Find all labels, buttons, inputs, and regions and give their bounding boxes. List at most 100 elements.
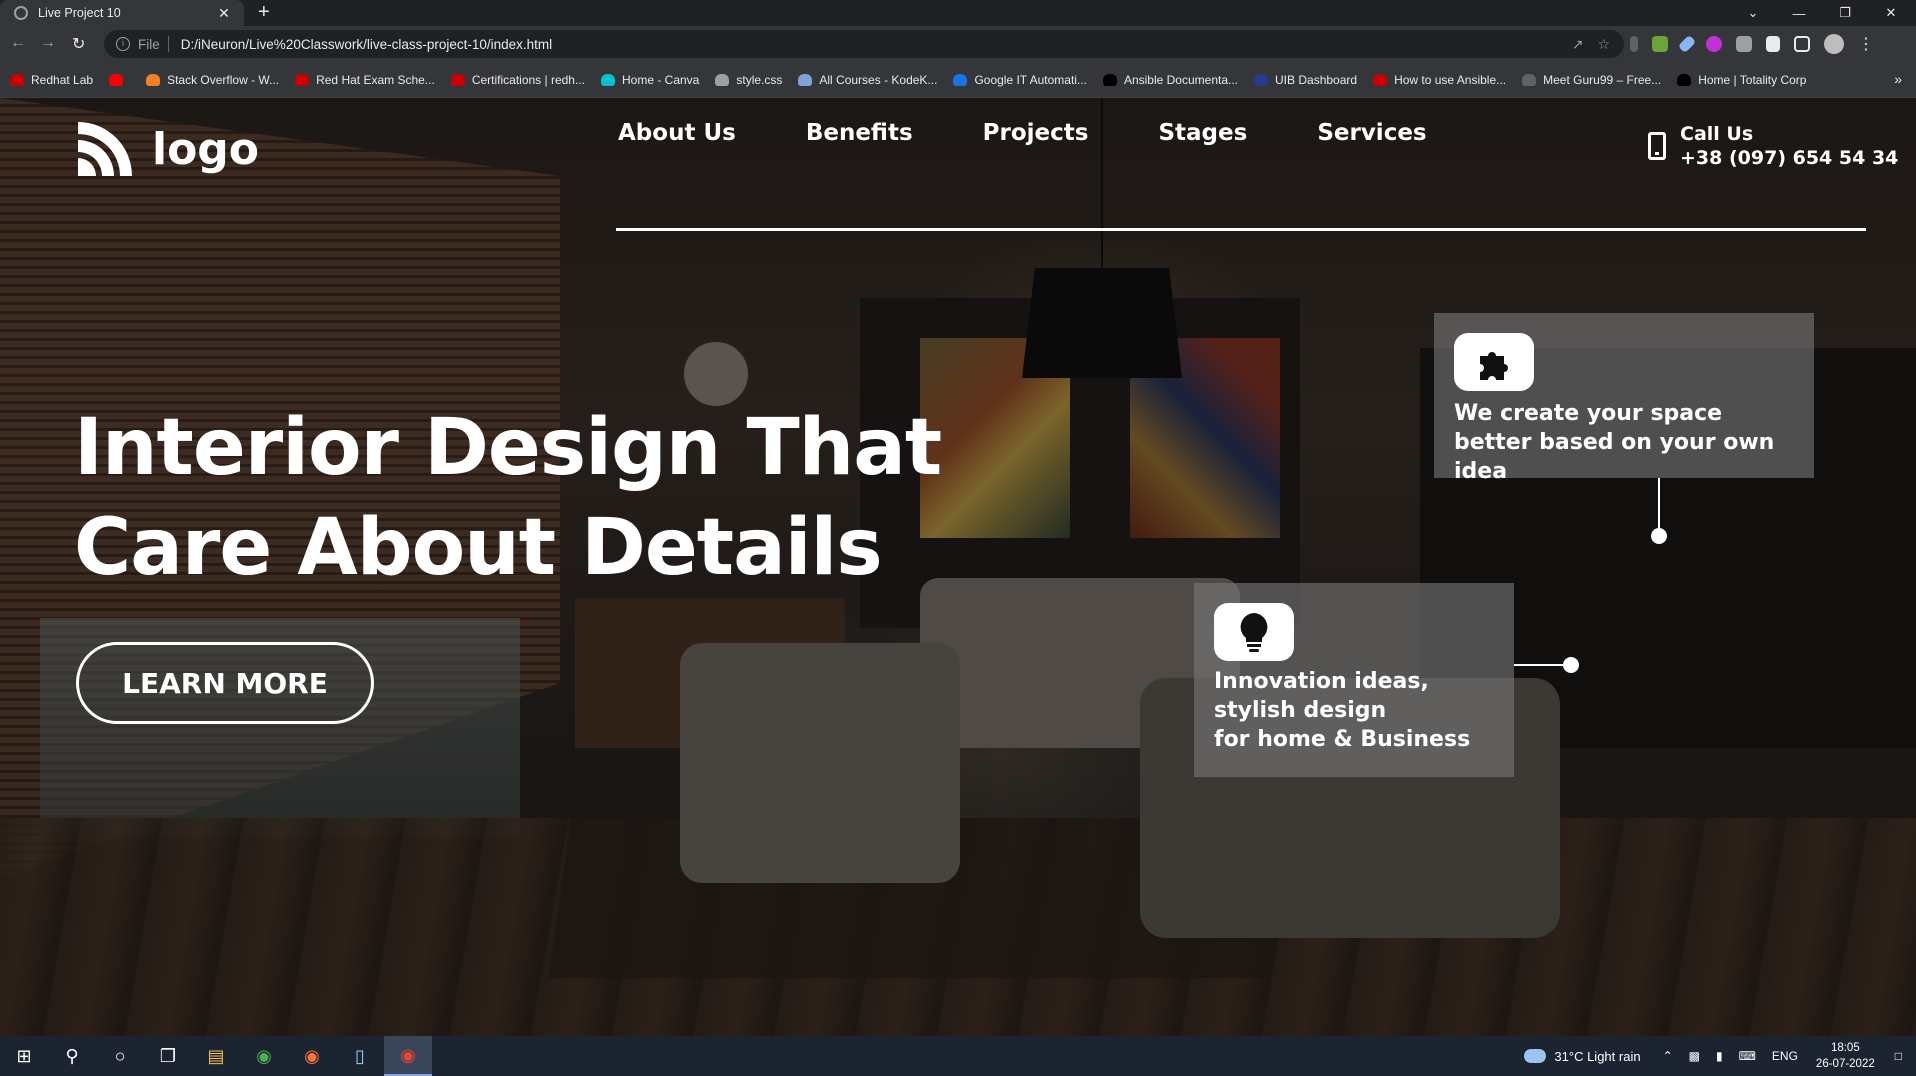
ansible-icon (1102, 73, 1117, 86)
close-tab-icon[interactable]: ✕ (214, 5, 234, 22)
page-viewport: logo About Us Benefits Projects Stages S… (0, 98, 1916, 1036)
minimize-button[interactable]: — (1776, 6, 1822, 21)
bookmark-item[interactable]: style.css (715, 73, 782, 87)
call-number: +38 (097) 654 54 34 (1680, 147, 1899, 169)
canva-icon (600, 73, 615, 86)
chevron-up-icon[interactable]: ⌃ (1663, 1049, 1673, 1063)
dashboard-icon (1254, 73, 1269, 86)
task-view-icon[interactable]: ❐ (144, 1036, 192, 1076)
bookmark-item[interactable]: Redhat Lab (10, 73, 93, 87)
bookmark-label: Certifications | redh... (471, 72, 585, 87)
windows-start-icon[interactable]: ⊞ (0, 1036, 48, 1076)
feature-card-text: We create your space better based on you… (1454, 401, 1775, 484)
browser-tab[interactable]: Live Project 10 ✕ (0, 0, 244, 26)
bookmark-item[interactable]: Red Hat Exam Sche... (295, 73, 435, 87)
bookmark-item[interactable]: Meet Guru99 – Free... (1522, 73, 1661, 87)
clock-time: 18:05 (1830, 1042, 1860, 1054)
bookmark-label: style.css (736, 72, 783, 87)
menu-dots-icon[interactable]: ⋮ (1858, 34, 1874, 54)
puzzle-extensions-icon[interactable] (1766, 36, 1780, 52)
nav-projects[interactable]: Projects (983, 120, 1089, 146)
lightbulb-icon (1214, 603, 1294, 661)
redhat-icon (10, 73, 24, 86)
call-us-link[interactable]: Call Us +38 (097) 654 54 34 (1648, 122, 1898, 170)
extension-icon[interactable] (1677, 34, 1697, 54)
bookmark-label: How to use Ansible... (1394, 72, 1507, 87)
firefox-icon[interactable]: ◉ (288, 1036, 336, 1076)
feature-card-text: Innovation ideas, stylish design for hom… (1214, 667, 1514, 754)
tab-search-icon[interactable]: ⌄ (1730, 5, 1776, 21)
connector-line (1658, 478, 1660, 534)
forward-arrow-icon[interactable]: → (40, 34, 56, 52)
bookmarks-bar: Redhat Lab Stack Overflow - W... Red Hat… (0, 62, 1916, 98)
bookmark-item[interactable]: Certifications | redh... (450, 72, 585, 87)
profile-avatar[interactable] (1824, 34, 1844, 54)
weather-widget[interactable]: 31°C Light rain (1524, 1048, 1641, 1064)
redhat-icon (295, 73, 310, 86)
more-bookmarks-icon[interactable]: » (1894, 71, 1902, 87)
window-controls: ⌄ — ❐ ✕ (1730, 0, 1914, 26)
site-logo[interactable]: logo (74, 118, 259, 180)
clock[interactable]: 18:05 26-07-2022 (1816, 1040, 1875, 1072)
learn-more-button[interactable]: LEARN MORE (76, 642, 374, 724)
bookmark-item[interactable] (109, 73, 130, 86)
language-indicator[interactable]: ENG (1772, 1049, 1798, 1063)
share-icon[interactable]: ↗ (1572, 36, 1584, 53)
bookmark-star-icon[interactable]: ☆ (1597, 36, 1610, 53)
nav-stages[interactable]: Stages (1158, 120, 1247, 146)
cortana-icon[interactable]: ○ (96, 1036, 144, 1076)
nav-benefits[interactable]: Benefits (806, 120, 913, 146)
bookmark-label: Home | Totality Corp (1698, 72, 1807, 87)
bookmark-item[interactable]: UIB Dashboard (1254, 73, 1357, 87)
bookmark-item[interactable]: How to use Ansible... (1373, 73, 1506, 87)
new-tab-button[interactable]: + (258, 1, 270, 24)
bookmark-item[interactable]: Ansible Documenta... (1102, 73, 1238, 87)
extension-icon[interactable] (1630, 36, 1638, 52)
bookmark-item[interactable]: Stack Overflow - W... (146, 73, 279, 87)
divider (167, 36, 169, 52)
feature-card: We create your space better based on you… (1434, 313, 1814, 484)
chrome-active-icon[interactable]: ◉ (384, 1036, 432, 1076)
redhat-icon (1373, 73, 1388, 86)
info-icon[interactable]: i (116, 37, 130, 51)
chrome-icon[interactable]: ◉ (240, 1036, 288, 1076)
connector-dot (1563, 657, 1579, 673)
redhat-icon (450, 73, 465, 86)
rss-logo-icon (78, 122, 132, 176)
feature-card-line: Innovation ideas, stylish design (1214, 669, 1429, 723)
notepad-icon[interactable]: ▯ (336, 1036, 384, 1076)
extension-icon[interactable] (1736, 36, 1752, 52)
address-bar[interactable]: i File D:/iNeuron/Live%20Classwork/live-… (104, 30, 1624, 58)
bookmark-item[interactable]: Google IT Automati... (953, 73, 1087, 87)
url-text[interactable]: D:/iNeuron/Live%20Classwork/live-class-p… (181, 37, 1572, 52)
nav-about-us[interactable]: About Us (618, 120, 736, 146)
system-tray: 31°C Light rain ⌃ ▩ ▮ ⌨ ENG 18:05 26-07-… (1524, 1036, 1916, 1076)
side-panel-icon[interactable] (1794, 36, 1810, 52)
nav-services[interactable]: Services (1317, 120, 1426, 146)
back-arrow-icon[interactable]: ← (10, 34, 26, 52)
notification-icon[interactable]: □ (1895, 1049, 1902, 1063)
reload-icon[interactable]: ↻ (72, 34, 85, 54)
bookmark-label: All Courses - KodeK... (819, 72, 938, 87)
extension-icon[interactable] (1652, 36, 1668, 52)
extension-icon[interactable] (1706, 36, 1722, 52)
battery-icon[interactable]: ▮ (1716, 1049, 1723, 1063)
restore-button[interactable]: ❐ (1822, 5, 1868, 21)
bookmark-label: Stack Overflow - W... (167, 72, 280, 87)
search-icon[interactable]: ⚲ (48, 1036, 96, 1076)
bookmark-item[interactable]: Home - Canva (600, 73, 699, 87)
network-icon[interactable]: ▩ (1689, 1049, 1700, 1063)
bookmark-item[interactable]: Home | Totality Corp (1677, 73, 1806, 87)
keyboard-icon[interactable]: ⌨ (1739, 1049, 1756, 1063)
bookmark-label: Meet Guru99 – Free... (1543, 72, 1662, 87)
call-label: Call Us (1680, 123, 1754, 145)
bookmark-item[interactable]: All Courses - KodeK... (798, 73, 937, 87)
feature-card: Innovation ideas, stylish design for hom… (1194, 583, 1514, 777)
close-window-button[interactable]: ✕ (1868, 5, 1914, 21)
phone-icon (1648, 132, 1666, 160)
file-explorer-icon[interactable]: ▤ (192, 1036, 240, 1076)
feature-card-line: for home & Business (1214, 727, 1471, 752)
coursera-icon (953, 73, 968, 86)
weather-text: 31°C Light rain (1554, 1048, 1641, 1064)
connector-line (1514, 664, 1570, 666)
